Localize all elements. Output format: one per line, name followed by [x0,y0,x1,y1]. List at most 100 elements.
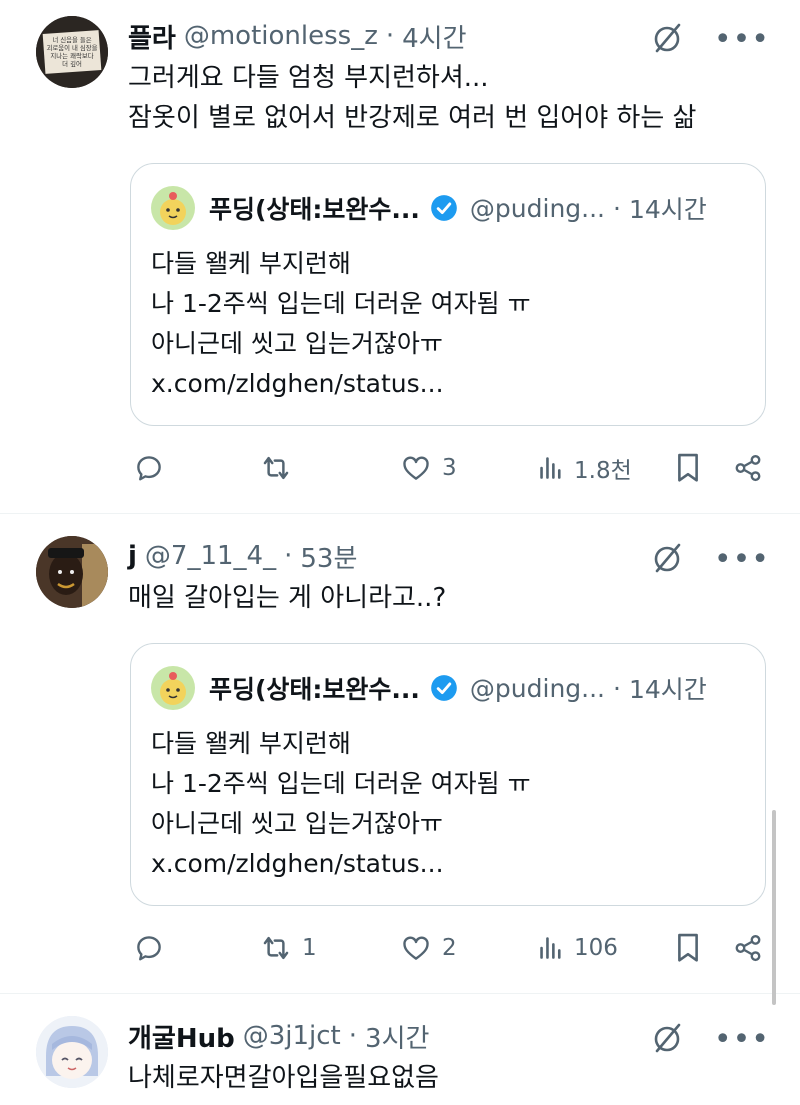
quoted-link[interactable]: x.com/zldghen/status... [151,364,531,404]
quoted-post-text: 다들 왤케 부지런해 나 1-2주씩 입는데 더러운 여자됨 ㅠ 아니근데 씻고… [151,724,531,884]
quoted-text-line: 아니근데 씻고 입는거잖아ㅠ [151,809,443,838]
avatar-text-line: 지나는 쾌락보다 [50,51,93,60]
post-text-line: 나체로자면갈아입을필요없음 [128,1063,439,1093]
avatar-text-line: 더 깊어 [62,59,82,68]
scrollbar[interactable] [772,810,776,1005]
avatar-post-3[interactable] [36,1016,108,1088]
post-3[interactable]: 개굴Hub @3j1jct · 3시간 ••• 나체로자면갈아입을필요없음 [0,994,800,1105]
bookmark-button[interactable] [674,448,702,488]
repost-count: 1 [302,935,317,961]
bookmark-button[interactable] [674,928,702,968]
separator-dot: · [385,21,395,51]
quoted-link[interactable]: x.com/zldghen/status... [151,844,531,884]
post-text-line: 잠옷이 별로 없어서 반강제로 여러 번 입어야 하는 삶 [128,103,697,133]
more-icon[interactable]: ••• [714,1025,770,1055]
repost-button[interactable]: 1 [260,928,317,968]
quoted-post-header: 푸딩(상태:보완수... @puding... · 14시간 [151,666,707,710]
header-actions: ••• [652,542,770,578]
view-count: 106 [574,935,618,961]
post-time[interactable]: 53분 [300,538,357,575]
avatar-post-1[interactable]: 너 신음을 들은 괴로움이 내 심장을 지나는 쾌락보다 더 깊어 [36,16,108,88]
author-handle[interactable]: @motionless_z [184,21,378,51]
separator-dot: · [613,673,621,703]
repost-icon [263,936,289,960]
avatar-text-line: 너 신음을 들은 [52,35,91,44]
post-1[interactable]: 너 신음을 들은 괴로움이 내 심장을 지나는 쾌락보다 더 깊어 플라 @mo… [0,0,800,510]
post-text-line: 그러게요 다들 엄청 부지런하셔... [128,63,489,93]
author-name[interactable]: 플라 [128,18,176,55]
more-icon[interactable]: ••• [714,545,770,575]
post-time[interactable]: 4시간 [402,18,466,55]
reply-button[interactable] [134,448,174,488]
quoted-text-line: 나 1-2주씩 입는데 더러운 여자됨 ㅠ [151,289,531,318]
share-button[interactable] [733,448,763,488]
quoted-author-handle: @puding... [469,193,606,223]
grok-icon[interactable] [652,542,684,578]
like-button[interactable]: 3 [400,448,457,488]
views-icon [540,937,561,959]
quoted-author-handle: @puding... [469,673,606,703]
grok-icon[interactable] [652,1022,684,1058]
views-button[interactable]: 1.8천 [538,448,632,488]
avatar-image [36,1016,108,1088]
quoted-post-time: 14시간 [628,195,707,224]
like-count: 2 [442,935,457,961]
views-button[interactable]: 106 [538,928,618,968]
quoted-post-time: 14시간 [628,675,707,704]
repost-button[interactable] [260,448,302,488]
bookmark-icon [678,933,698,962]
like-count: 3 [442,455,457,481]
repost-icon [263,456,289,480]
reply-button[interactable] [134,928,174,968]
quoted-post[interactable]: 푸딩(상태:보완수... @puding... · 14시간 다들 왤케 부지런… [130,643,766,906]
reply-icon [137,936,161,961]
post-2[interactable]: j @7_11_4_ · 53분 ••• 매일 갈아입는 게 아니라고..? 푸… [0,514,800,992]
separator-dot: · [348,1021,358,1051]
quoted-post-header: 푸딩(상태:보완수... @puding... · 14시간 [151,186,707,230]
action-bar: 1 2 106 [130,928,770,968]
post-text-line: 매일 갈아입는 게 아니라고..? [128,583,447,613]
view-count: 1.8천 [574,458,632,484]
share-icon [735,934,761,962]
grok-icon[interactable] [652,22,684,58]
header-actions: ••• [652,22,770,58]
quoted-post[interactable]: 푸딩(상태:보완수... @puding... · 14시간 다들 왤케 부지런… [130,163,766,426]
quoted-post-text: 다들 왤케 부지런해 나 1-2주씩 입는데 더러운 여자됨 ㅠ 아니근데 씻고… [151,244,531,404]
views-icon [540,457,561,479]
like-icon [403,936,429,960]
avatar-post-2[interactable] [36,536,108,608]
author-handle[interactable]: @3j1jct [243,1021,341,1051]
quoted-avatar [151,186,195,230]
quoted-avatar [151,666,195,710]
share-button[interactable] [733,928,763,968]
like-icon [403,456,429,480]
verified-badge-icon [430,194,458,222]
like-button[interactable]: 2 [400,928,457,968]
avatar-image: 너 신음을 들은 괴로움이 내 심장을 지나는 쾌락보다 더 깊어 [36,16,108,88]
quoted-text-line: 아니근데 씻고 입는거잖아ㅠ [151,329,443,358]
header-actions: ••• [652,1022,770,1058]
author-handle[interactable]: @7_11_4_ [145,541,276,571]
bookmark-icon [678,453,698,482]
author-name[interactable]: j [128,541,137,571]
post-text: 나체로자면갈아입을필요없음 [128,1058,439,1098]
post-header: 개굴Hub @3j1jct · 3시간 [128,1016,429,1056]
avatar-text-line: 괴로움이 내 심장을 [46,43,97,52]
author-name[interactable]: 개굴Hub [128,1018,235,1055]
post-text: 그러게요 다들 엄청 부지런하셔... 잠옷이 별로 없어서 반강제로 여러 번… [128,58,696,138]
avatar-image [36,536,108,608]
quoted-author-name: 푸딩(상태:보완수... [209,675,420,704]
post-text: 매일 갈아입는 게 아니라고..? [128,578,446,618]
more-icon[interactable]: ••• [714,25,770,55]
share-icon [735,454,761,482]
reply-icon [137,456,161,481]
separator-dot: · [613,193,621,223]
quoted-text-line: 다들 왤케 부지런해 [151,249,351,278]
post-time[interactable]: 3시간 [365,1018,429,1055]
action-bar: 3 1.8천 [130,448,770,488]
post-header: 플라 @motionless_z · 4시간 [128,16,467,56]
separator-dot: · [284,541,293,571]
post-header: j @7_11_4_ · 53분 [128,536,357,576]
quoted-author-name: 푸딩(상태:보완수... [209,195,420,224]
quoted-text-line: 나 1-2주씩 입는데 더러운 여자됨 ㅠ [151,769,531,798]
